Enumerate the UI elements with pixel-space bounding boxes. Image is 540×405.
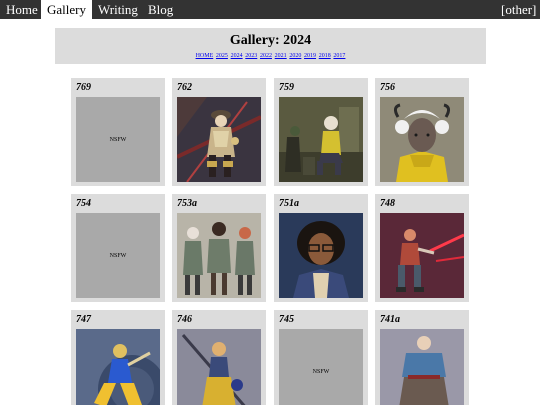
portrait-glasses-artwork[interactable]: [279, 213, 363, 298]
year-link-2020[interactable]: 2020: [289, 53, 301, 59]
gallery-card-748[interactable]: 748: [375, 194, 469, 302]
card-number: 754: [76, 198, 91, 209]
top-navigation: Home Gallery Writing Blog [other]: [0, 0, 540, 19]
card-number: 769: [76, 82, 91, 93]
card-number: 753a: [177, 198, 197, 209]
year-link-home[interactable]: HOME: [196, 53, 214, 59]
gallery-card-747[interactable]: 747: [71, 310, 165, 405]
page-title: Gallery: 2024: [229, 33, 312, 48]
card-number: 748: [380, 198, 395, 209]
card-number: 751a: [279, 198, 299, 209]
gallery-card-769[interactable]: 769 NSFW: [71, 78, 165, 186]
gallery-card-759[interactable]: 759: [274, 78, 368, 186]
gallery-card-753a[interactable]: 753a: [172, 194, 266, 302]
sword-fighter-artwork[interactable]: [380, 213, 464, 298]
gallery-card-745[interactable]: 745 NSFW: [274, 310, 368, 405]
gallery-card-754[interactable]: 754 NSFW: [71, 194, 165, 302]
year-link-2019[interactable]: 2019: [304, 53, 316, 59]
year-link-2018[interactable]: 2018: [319, 53, 331, 59]
card-number: 756: [380, 82, 395, 93]
card-number: 759: [279, 82, 294, 93]
year-link-2022[interactable]: 2022: [260, 53, 272, 59]
nsfw-label: NSFW: [109, 136, 127, 143]
nav-gallery-link[interactable]: Gallery: [41, 0, 92, 19]
nsfw-placeholder[interactable]: NSFW: [76, 97, 160, 182]
robed-figure-artwork[interactable]: [380, 329, 464, 405]
year-link-2017[interactable]: 2017: [333, 53, 345, 59]
card-number: 745: [279, 314, 294, 325]
nav-blog-link[interactable]: Blog: [148, 0, 173, 19]
year-link-2021[interactable]: 2021: [275, 53, 287, 59]
seated-figure-artwork[interactable]: [279, 97, 363, 182]
year-link-2023[interactable]: 2023: [245, 53, 257, 59]
card-number: 762: [177, 82, 192, 93]
gallery-card-741a[interactable]: 741a: [375, 310, 469, 405]
armored-figure-artwork[interactable]: [177, 97, 261, 182]
nsfw-placeholder[interactable]: NSFW: [279, 329, 363, 405]
staff-wielder-artwork[interactable]: [177, 329, 261, 405]
nav-writing-link[interactable]: Writing: [98, 0, 138, 19]
card-number: 747: [76, 314, 91, 325]
three-figures-artwork[interactable]: [177, 213, 261, 298]
year-link-2024[interactable]: 2024: [231, 53, 243, 59]
year-link-2025[interactable]: 2025: [216, 53, 228, 59]
gallery-card-762[interactable]: 762: [172, 78, 266, 186]
gallery-card-751a[interactable]: 751a: [274, 194, 368, 302]
nsfw-placeholder[interactable]: NSFW: [76, 213, 160, 298]
year-links: HOME 2025 2024 2023 2022 2021 2020 2019 …: [55, 52, 486, 60]
gallery-card-756[interactable]: 756: [375, 78, 469, 186]
card-number: 741a: [380, 314, 400, 325]
nav-other-link[interactable]: [other]: [501, 0, 536, 19]
gallery-card-746[interactable]: 746: [172, 310, 266, 405]
horned-character-artwork[interactable]: [380, 97, 464, 182]
nsfw-label: NSFW: [312, 368, 330, 375]
nav-home-link[interactable]: Home: [6, 0, 38, 19]
dynamic-pose-artwork[interactable]: [76, 329, 160, 405]
gallery-header: Gallery: 2024 HOME 2025 2024 2023 2022 2…: [55, 28, 486, 64]
card-number: 746: [177, 314, 192, 325]
nsfw-label: NSFW: [109, 252, 127, 259]
